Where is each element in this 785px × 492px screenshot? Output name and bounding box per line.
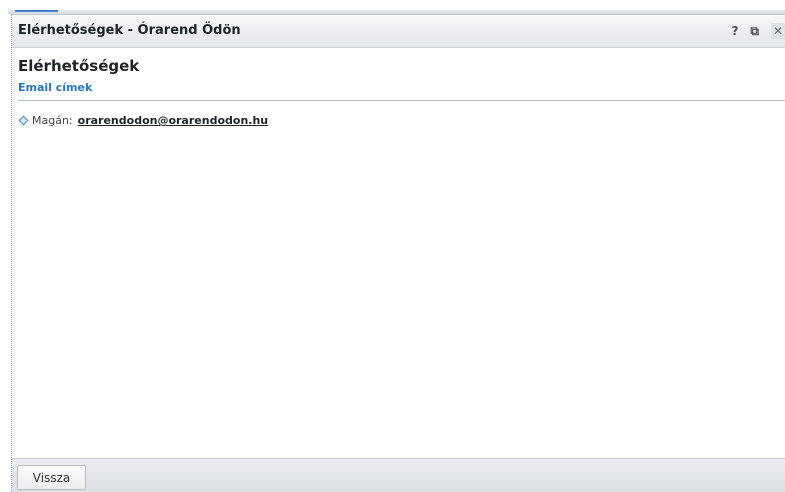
section-divider [18, 100, 785, 101]
email-label: Magán: [32, 114, 73, 127]
dialog-titlebar: Elérhetőségek - Órarend Ödön ? ⧉ ✕ [12, 15, 785, 48]
close-icon[interactable]: ✕ [771, 23, 785, 39]
contacts-dialog: Elérhetőségek - Órarend Ödön ? ⧉ ✕ Elérh… [11, 14, 785, 492]
dialog-content: Elérhetőségek Email címek Magán: orarend… [18, 49, 785, 127]
dialog-footer: Vissza [12, 458, 785, 492]
popout-icon[interactable]: ⧉ [750, 23, 759, 39]
help-icon[interactable]: ? [731, 23, 738, 39]
page-title: Elérhetőségek [18, 57, 140, 75]
diamond-bullet-icon [18, 115, 29, 126]
titlebar-controls: ? ⧉ ✕ [731, 22, 785, 40]
dialog-title: Elérhetőségek - Órarend Ödön [18, 23, 241, 38]
background-accent [15, 10, 58, 12]
section-title-emails: Email címek [18, 81, 93, 94]
email-link[interactable]: orarendodon@orarendodon.hu [78, 114, 268, 127]
list-item: Magán: orarendodon@orarendodon.hu [18, 114, 785, 127]
back-button[interactable]: Vissza [17, 465, 86, 490]
background-strip [0, 0, 785, 14]
